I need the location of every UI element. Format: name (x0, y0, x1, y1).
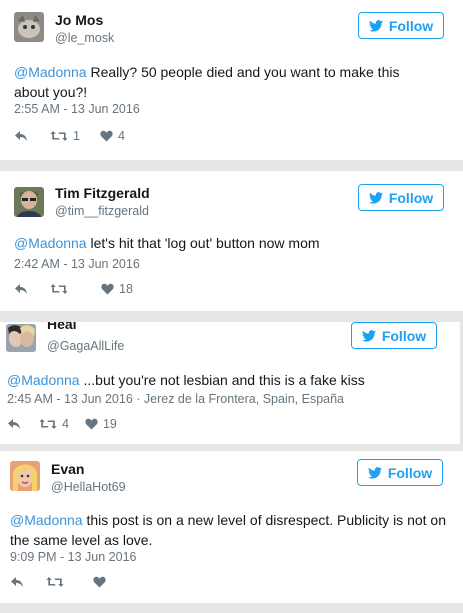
reply-icon (10, 576, 24, 588)
mention-link[interactable]: @Madonna (14, 64, 87, 80)
screen-name[interactable]: @tim__fitzgerald (55, 204, 149, 218)
retweet-count: 1 (73, 129, 80, 143)
tweet-body: ...but you're not lesbian and this is a … (79, 372, 365, 388)
timestamp[interactable]: 9:09 PM - 13 Jun 2016 (10, 550, 136, 564)
tweet-text: @Madonna this post is on a new level of … (10, 510, 450, 550)
tweet-text: @Madonna ...but you're not lesbian and t… (7, 370, 447, 390)
timestamp[interactable]: 2:42 AM - 13 Jun 2016 (14, 257, 140, 271)
avatar[interactable] (14, 187, 44, 217)
tweet-card: Heal @GagaAllLife Follow @Madonna ...but… (0, 322, 460, 444)
follow-label: Follow (388, 17, 434, 34)
tweet-text: @Madonna let's hit that 'log out' button… (14, 233, 434, 253)
avatar[interactable] (6, 324, 36, 352)
screen-name[interactable]: @HellaHot69 (51, 480, 126, 494)
like-icon (93, 576, 106, 588)
retweet-button[interactable] (50, 283, 73, 295)
follow-button[interactable]: Follow (358, 12, 444, 39)
like-count: 4 (117, 129, 125, 143)
tweet-actions: 18 (14, 282, 133, 296)
mention-link[interactable]: @Madonna (7, 372, 80, 388)
follow-label: Follow (388, 189, 434, 206)
retweet-button[interactable]: 4 (39, 417, 69, 431)
like-icon (85, 418, 98, 430)
like-count: 18 (119, 282, 133, 296)
follow-button[interactable]: Follow (358, 184, 444, 211)
reply-button[interactable] (14, 130, 28, 142)
reply-icon (7, 418, 21, 430)
tweet-actions: 4 19 (7, 417, 117, 431)
like-icon (101, 283, 114, 295)
tweet-actions: 1 4 (14, 129, 125, 143)
tweet-text: @Madonna Really? 50 people died and you … (14, 62, 434, 102)
tweet-card: Jo Mos @le_mosk Follow @Madonna Really? … (0, 0, 463, 160)
mention-link[interactable]: @Madonna (10, 512, 83, 528)
follow-label: Follow (381, 327, 427, 344)
twitter-bird-icon (367, 466, 382, 479)
mention-link[interactable]: @Madonna (14, 235, 87, 251)
follow-button[interactable]: Follow (351, 322, 437, 349)
reply-icon (14, 283, 28, 295)
display-name[interactable]: Evan (51, 461, 84, 477)
tweet-card: Evan @HellaHot69 Follow @Madonna this po… (0, 451, 463, 603)
retweet-icon (50, 283, 68, 295)
like-button[interactable]: 4 (100, 129, 125, 143)
screen-name[interactable]: @GagaAllLife (47, 339, 124, 353)
twitter-bird-icon (361, 329, 376, 342)
like-button[interactable] (93, 576, 111, 588)
follow-button[interactable]: Follow (357, 459, 443, 486)
like-button[interactable]: 18 (101, 282, 133, 296)
retweet-button[interactable]: 1 (50, 129, 80, 143)
retweet-icon (50, 130, 68, 142)
follow-label: Follow (387, 464, 433, 481)
tweet-card: Tim Fitzgerald @tim__fitzgerald Follow @… (0, 171, 463, 311)
reply-button[interactable] (14, 283, 28, 295)
reply-icon (14, 130, 28, 142)
display-name[interactable]: Jo Mos (55, 12, 103, 28)
retweet-button[interactable] (46, 576, 69, 588)
avatar[interactable] (10, 461, 40, 491)
display-name[interactable]: Heal (47, 322, 77, 332)
timestamp[interactable]: 2:45 AM - 13 Jun 2016 · Jerez de la Fron… (7, 392, 344, 406)
like-icon (100, 130, 113, 142)
like-count: 19 (102, 417, 117, 431)
display-name[interactable]: Tim Fitzgerald (55, 185, 150, 201)
tweet-actions (10, 576, 111, 588)
twitter-bird-icon (368, 19, 383, 32)
retweet-icon (46, 576, 64, 588)
timestamp[interactable]: 2:55 AM - 13 Jun 2016 (14, 102, 140, 116)
tweet-body: let's hit that 'log out' button now mom (86, 235, 320, 251)
screen-name[interactable]: @le_mosk (55, 31, 114, 45)
reply-button[interactable] (7, 418, 21, 430)
retweet-icon (39, 418, 57, 430)
like-button[interactable]: 19 (85, 417, 117, 431)
twitter-bird-icon (368, 191, 383, 204)
retweet-count: 4 (62, 417, 69, 431)
avatar[interactable] (14, 12, 44, 42)
reply-button[interactable] (10, 576, 24, 588)
